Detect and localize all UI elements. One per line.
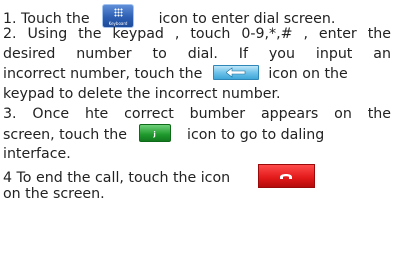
step-2-line-4: keypad to delete the incorrect number. (3, 86, 281, 102)
handset-down-icon (279, 174, 292, 179)
step-1-line: 1. Touch the Keyboard icon to enter dial… (3, 4, 391, 28)
step-3-line-2: screen, touch the ⱼ icon to go to daling (3, 124, 391, 144)
backspace-icon (212, 65, 259, 80)
backspace-arrow-icon (225, 67, 246, 78)
step-2-text-before: incorrect number, touch the (3, 66, 203, 82)
step-2-text-after: icon on the (268, 66, 348, 82)
step-3-text-after: icon to go to daling (187, 127, 325, 143)
step-2-line-1: 2. Using the keypad , touch 0-9,*,# , en… (3, 26, 391, 42)
step-3-line-3: interface. (3, 146, 71, 162)
call-icon: ⱼ (138, 124, 171, 142)
step-3-text-before: screen, touch the (3, 127, 128, 143)
step-4-line-2: on the screen. (3, 186, 105, 202)
step-2-line-3: incorrect number, touch the icon on the (3, 64, 391, 84)
step-2-line-2: desired number to dial. If you input an (3, 46, 391, 62)
keypad-dots-icon (114, 8, 124, 17)
step-3-line-1: 3. Once hte correct bumber appears on th… (3, 106, 391, 122)
call-glyph-icon: ⱼ (153, 126, 156, 139)
step-4-line-1: 4 To end the call, touch the icon (3, 164, 391, 188)
